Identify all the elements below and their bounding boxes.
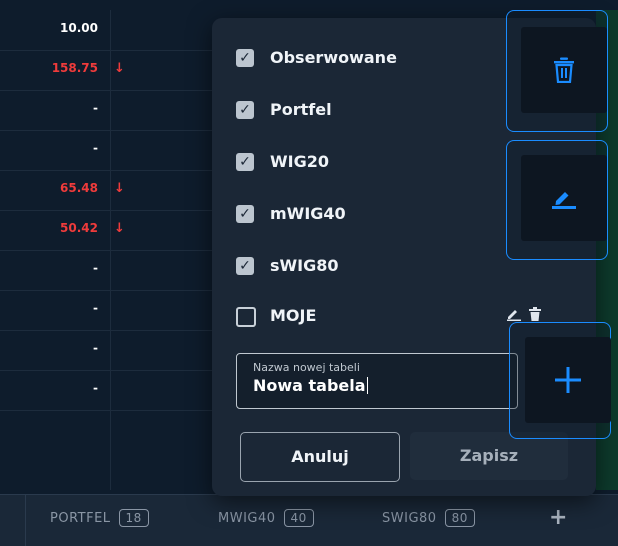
tab-label: MWIG40 xyxy=(218,511,276,526)
checkbox-checked[interactable]: ✓ xyxy=(236,257,254,275)
price-value: 10.00 xyxy=(60,21,98,35)
tab-label: SWIG80 xyxy=(382,511,437,526)
price-value: - xyxy=(93,101,98,115)
input-label: Nazwa nowej tabeli xyxy=(253,361,360,374)
option-label: sWIG80 xyxy=(270,256,339,275)
checkbox-checked[interactable]: ✓ xyxy=(236,49,254,67)
tab-divider xyxy=(25,495,26,546)
checkbox-unchecked[interactable] xyxy=(236,307,256,327)
input-value-wrap: Nowa tabela xyxy=(253,376,368,395)
table-tab-bar: PORTFEL 18 MWIG40 40 SWIG80 80 + xyxy=(0,494,618,546)
option-label: WIG20 xyxy=(270,152,329,171)
down-arrow-icon: ↓ xyxy=(114,181,125,196)
checkbox-checked[interactable]: ✓ xyxy=(236,205,254,223)
tab-count-badge: 80 xyxy=(444,509,475,527)
trash-icon xyxy=(553,57,575,83)
edit-icon xyxy=(550,186,578,210)
text-caret xyxy=(366,377,368,394)
tab-count-badge: 18 xyxy=(118,509,149,527)
tab-count-badge: 40 xyxy=(283,509,314,527)
edit-table-button[interactable] xyxy=(521,155,607,241)
price-value: 158.75 xyxy=(51,61,98,75)
price-value: 50.42 xyxy=(60,221,98,235)
add-table-button[interactable] xyxy=(525,337,611,423)
tab-portfel[interactable]: PORTFEL 18 xyxy=(50,509,149,527)
save-button[interactable]: Zapisz xyxy=(410,432,568,480)
cancel-button[interactable]: Anuluj xyxy=(240,432,400,482)
price-value: 65.48 xyxy=(60,181,98,195)
tab-mwig40[interactable]: MWIG40 40 xyxy=(218,509,314,527)
down-arrow-icon: ↓ xyxy=(114,221,125,236)
price-value: - xyxy=(93,261,98,275)
new-table-name-input[interactable]: Nazwa nowej tabeli Nowa tabela xyxy=(236,353,518,409)
column-divider xyxy=(110,10,111,490)
plus-icon xyxy=(553,365,583,395)
tab-label: PORTFEL xyxy=(50,511,111,526)
option-label: Portfel xyxy=(270,100,332,119)
option-label: mWIG40 xyxy=(270,204,346,223)
price-value: - xyxy=(93,141,98,155)
tab-swig80[interactable]: SWIG80 80 xyxy=(382,509,475,527)
price-value: - xyxy=(93,381,98,395)
down-arrow-icon: ↓ xyxy=(114,61,125,76)
checkbox-checked[interactable]: ✓ xyxy=(236,101,254,119)
price-value: - xyxy=(93,301,98,315)
price-value: - xyxy=(93,341,98,355)
delete-table-button[interactable] xyxy=(521,27,607,113)
option-label: MOJE xyxy=(270,306,317,325)
checkbox-checked[interactable]: ✓ xyxy=(236,153,254,171)
option-label: Obserwowane xyxy=(270,48,397,67)
add-tab-button[interactable]: + xyxy=(549,505,567,530)
input-value: Nowa tabela xyxy=(253,376,366,395)
